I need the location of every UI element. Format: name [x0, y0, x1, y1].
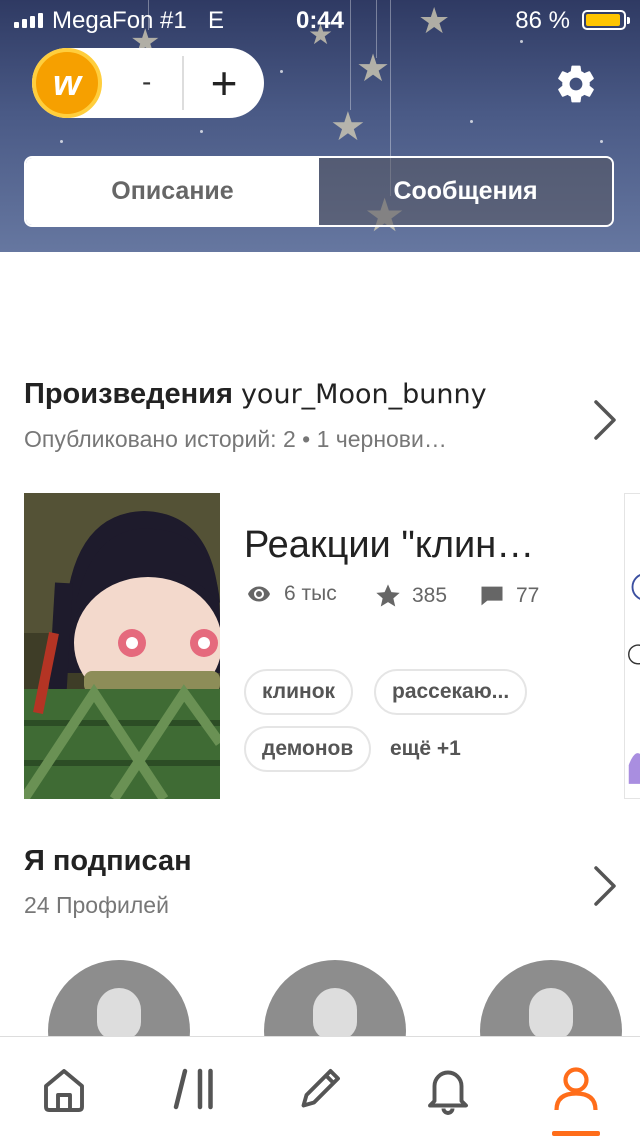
tag-chip[interactable]: клинок: [244, 669, 353, 715]
profile-tabs: Описание Сообщения: [24, 156, 614, 227]
default-avatar-icon: [97, 988, 141, 1040]
coin-icon: w: [32, 48, 102, 118]
active-tab-indicator: [552, 1131, 600, 1136]
notifications-icon[interactable]: [418, 1059, 478, 1119]
following-chevron-right-icon[interactable]: [590, 864, 620, 908]
works-section-title[interactable]: Произведения your_Moon_bunny: [24, 378, 487, 411]
next-story-cover-peek[interactable]: [624, 493, 640, 799]
default-avatar-icon: [529, 988, 573, 1040]
story-comments: 77: [478, 582, 539, 610]
following-section-title[interactable]: Я подписан: [24, 845, 192, 878]
story-votes: 385: [374, 582, 447, 610]
story-views: 6 тыс: [244, 582, 337, 606]
tag-chip[interactable]: рассекаю...: [374, 669, 527, 715]
settings-gear-icon[interactable]: [554, 62, 598, 106]
status-bar: MegaFon #1 E 0:44 86 %: [0, 0, 640, 40]
tab-description[interactable]: Описание: [26, 158, 319, 225]
votes-count: 385: [412, 584, 447, 608]
works-title-label: Произведения: [24, 378, 233, 410]
profile-icon[interactable]: [546, 1059, 606, 1119]
star-icon: [374, 582, 402, 610]
following-subtitle: 24 Профилей: [24, 892, 169, 919]
comments-count: 77: [516, 584, 539, 608]
tag-chip[interactable]: демонов: [244, 726, 371, 772]
battery-percent: 86 %: [515, 7, 570, 35]
coin-balance-value: -: [142, 66, 151, 98]
works-subtitle: Опубликовано историй: 2 • 1 чернови…: [24, 426, 447, 453]
home-icon[interactable]: [34, 1059, 94, 1119]
bottom-tab-bar: [0, 1036, 640, 1137]
write-icon[interactable]: [290, 1059, 350, 1119]
works-chevron-right-icon[interactable]: [590, 398, 620, 442]
coin-balance-control: w - +: [32, 48, 264, 118]
default-avatar-icon: [313, 988, 357, 1040]
library-icon[interactable]: [164, 1059, 224, 1119]
battery-icon: [582, 10, 626, 30]
buy-coins-button[interactable]: +: [202, 54, 246, 112]
story-title[interactable]: Реакции "клин…: [244, 524, 574, 567]
divider: [182, 56, 184, 110]
works-username: your_Moon_bunny: [241, 379, 487, 410]
story-cover-image[interactable]: [24, 493, 220, 799]
comment-icon: [478, 582, 506, 610]
more-tags-link[interactable]: ещё +1: [390, 737, 461, 761]
tab-messages[interactable]: Сообщения: [319, 158, 612, 225]
views-count: 6 тыс: [284, 582, 337, 606]
eye-icon: [244, 582, 274, 606]
